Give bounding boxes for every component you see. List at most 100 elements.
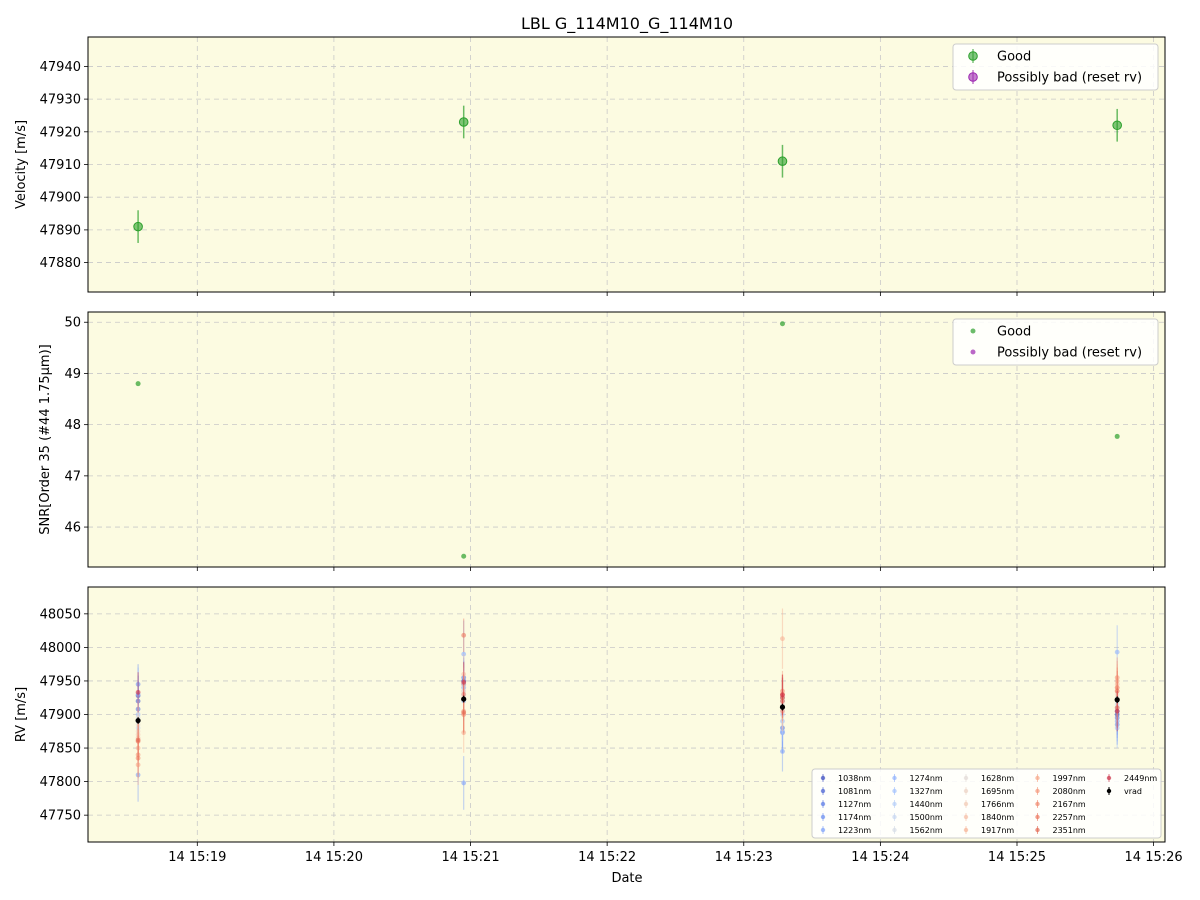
data-point xyxy=(135,717,141,724)
data-point xyxy=(458,117,469,127)
y-tick-label: 47950 xyxy=(40,674,81,689)
data-point xyxy=(777,156,788,167)
legend-label: 1840nm xyxy=(981,813,1014,822)
data-point xyxy=(461,696,467,702)
legend-label: 1917nm xyxy=(981,826,1014,835)
x-tick-label: 14 15:20 xyxy=(305,850,363,865)
chart-title: LBL G_114M10_G_114M10 xyxy=(521,14,733,34)
y-axis-label: RV [m/s] xyxy=(14,687,29,742)
legend-label: 1038nm xyxy=(838,774,871,783)
x-tick-label: 14 15:23 xyxy=(715,850,773,865)
legend-marker xyxy=(1035,801,1040,807)
y-tick-label: 47940 xyxy=(40,60,81,75)
legend-label: 2449nm xyxy=(1124,774,1157,783)
legend-marker xyxy=(892,814,897,820)
y-tick-label: 46 xyxy=(64,521,81,536)
legend-label: 1223nm xyxy=(838,826,871,835)
legend-label: 1327nm xyxy=(910,787,943,796)
x-axis-label: Date xyxy=(611,871,642,886)
legend-marker xyxy=(1106,775,1112,781)
legend-marker xyxy=(963,788,969,794)
legend-label: 1174nm xyxy=(838,813,871,822)
legend-label: Good xyxy=(997,50,1031,65)
legend-marker xyxy=(963,775,969,781)
legend-label: 2257nm xyxy=(1053,813,1086,822)
figure: LBL G_114M10_G_114M10 47880 47890 47900 479… xyxy=(14,14,1183,886)
data-point xyxy=(135,737,141,743)
data-point xyxy=(779,704,786,710)
legend-marker xyxy=(820,801,826,807)
legend-marker xyxy=(1035,814,1040,820)
legend-marker xyxy=(820,827,826,833)
legend-label: 2167nm xyxy=(1053,800,1086,809)
y-tick-label: 47930 xyxy=(40,93,81,108)
x-tick-label: 14 15:19 xyxy=(168,850,226,865)
data-point xyxy=(135,381,141,387)
x-tick-label: 14 15:25 xyxy=(988,850,1046,865)
y-tick-label: 47890 xyxy=(40,223,81,238)
data-point xyxy=(1114,433,1120,439)
rv-panel: 47750 47800 47850 47900 47950 48000 48050 14 15… xyxy=(14,586,1183,865)
data-point xyxy=(1114,708,1120,714)
velocity-panel: 47880 47890 47900 47910 47920 47930 47940 Veloc… xyxy=(14,36,1166,296)
legend-label: Possibly bad (reset rv) xyxy=(997,346,1142,361)
legend-label: 2080nm xyxy=(1053,787,1086,796)
y-tick-label: 47 xyxy=(64,469,81,484)
data-point xyxy=(461,710,467,715)
y-tick-label: 49 xyxy=(64,367,81,382)
data-point xyxy=(1114,697,1120,703)
y-tick-label: 47750 xyxy=(40,809,81,824)
data-point xyxy=(135,689,141,695)
x-tick-label: 14 15:21 xyxy=(441,850,499,865)
legend-label: 1440nm xyxy=(910,800,943,809)
y-tick-label: 47910 xyxy=(40,158,81,173)
legend-label: 1766nm xyxy=(981,800,1014,809)
legend-marker xyxy=(970,349,976,355)
legend-marker xyxy=(820,788,826,794)
legend-marker xyxy=(892,788,897,794)
y-tick-label: 47880 xyxy=(40,256,81,271)
data-point xyxy=(133,221,143,232)
y-axis-label: SNR[Order 35 (#44 1.75μm)] xyxy=(38,344,53,535)
legend-marker xyxy=(1035,827,1040,833)
y-tick-label: 47920 xyxy=(40,125,81,140)
legend-marker xyxy=(968,72,978,82)
y-tick-label: 47900 xyxy=(40,191,81,206)
data-point xyxy=(779,321,785,327)
y-tick-label: 48000 xyxy=(40,641,81,656)
legend-label: 1695nm xyxy=(981,787,1014,796)
legend-label: vrad xyxy=(1124,787,1142,796)
legend-marker xyxy=(820,814,826,820)
legend-label: 1500nm xyxy=(910,813,943,822)
legend-marker xyxy=(1035,788,1040,794)
y-tick-label: 47850 xyxy=(40,742,81,757)
data-point xyxy=(1112,120,1122,131)
x-tick-label: 14 15:22 xyxy=(578,850,636,865)
data-point xyxy=(780,692,785,698)
legend-marker xyxy=(963,801,969,807)
y-tick-label: 48 xyxy=(64,418,81,433)
legend-marker xyxy=(892,775,897,781)
legend-marker xyxy=(892,827,897,833)
legend-marker xyxy=(820,775,826,781)
y-tick-label: 50 xyxy=(64,316,81,331)
legend-label: 1997nm xyxy=(1053,774,1086,783)
legend-marker xyxy=(963,827,969,833)
legend-label: Possibly bad (reset rv) xyxy=(997,71,1142,86)
legend-marker xyxy=(963,814,969,820)
legend-label: 2351nm xyxy=(1053,826,1086,835)
legend-marker xyxy=(892,801,897,807)
y-tick-label: 47900 xyxy=(40,708,81,723)
y-tick-label: 47800 xyxy=(40,775,81,790)
legend-label: 1628nm xyxy=(981,774,1014,783)
data-point xyxy=(780,636,785,642)
snr-panel: 46 47 48 49 50 SNR[Order 35 (#44 1.75μm)] Good… xyxy=(38,311,1166,571)
legend-marker xyxy=(1106,788,1112,794)
legend-label: Good xyxy=(997,325,1031,340)
legend-marker xyxy=(970,328,976,334)
data-point xyxy=(1114,649,1120,655)
legend-label: 1127nm xyxy=(838,800,871,809)
y-tick-label: 48050 xyxy=(40,607,81,622)
data-point xyxy=(461,553,467,559)
x-tick-label: 14 15:24 xyxy=(851,850,909,865)
